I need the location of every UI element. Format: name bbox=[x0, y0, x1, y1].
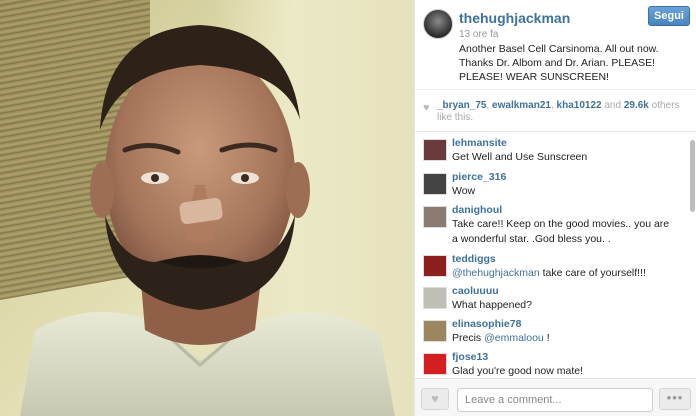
mention-link[interactable]: @thehughjackman bbox=[452, 267, 540, 279]
list-item: caoluuuu What happened? bbox=[415, 284, 685, 313]
mention-link[interactable]: @emmaloou bbox=[484, 332, 544, 344]
avatar[interactable] bbox=[423, 173, 447, 195]
comment-segment: Take care!! Keep on the good movies.. yo… bbox=[452, 218, 670, 245]
avatar[interactable] bbox=[423, 139, 447, 161]
comment-segment: ! bbox=[543, 332, 550, 344]
heart-icon: ♥ bbox=[431, 391, 439, 406]
comment-input[interactable] bbox=[457, 388, 653, 412]
comment-list[interactable]: lehmansite Get Well and Use Sunscreen pier… bbox=[415, 131, 696, 378]
comment-username[interactable]: lehmansite bbox=[452, 136, 671, 150]
list-item: teddiggs @thehughjackman take care of you… bbox=[415, 252, 685, 281]
more-options-button[interactable]: ••• bbox=[659, 388, 691, 410]
avatar[interactable] bbox=[423, 353, 447, 375]
like-user[interactable]: ewalkman21 bbox=[492, 100, 551, 111]
avatar[interactable] bbox=[423, 320, 447, 342]
list-item: elinasophie78 Precis @emmaloou ! bbox=[415, 317, 685, 346]
avatar[interactable] bbox=[423, 287, 447, 309]
comment-segment: Get Well and Use Sunscreen bbox=[452, 151, 588, 163]
post-sidebar: thehughjackman Segui 13 ore fa Another B… bbox=[414, 0, 696, 416]
list-item: danighoul Take care!! Keep on the good mo… bbox=[415, 203, 685, 247]
post-timestamp: 13 ore fa bbox=[459, 29, 499, 40]
comment-footer: ♥ ••• bbox=[415, 378, 696, 416]
heart-icon: ♥ bbox=[423, 102, 430, 114]
comment-text: What happened? bbox=[452, 298, 671, 313]
comment-segment: Precis bbox=[452, 332, 485, 344]
like-count[interactable]: 29.6k bbox=[624, 100, 649, 111]
avatar[interactable] bbox=[423, 206, 447, 228]
list-item: pierce_316 Wow bbox=[415, 170, 685, 199]
comment-username[interactable]: fjose13 bbox=[452, 350, 671, 364]
likes-summary: ♥ _bryan_75, ewalkman21, kha10122 and 29… bbox=[415, 89, 696, 131]
post-caption: Another Basel Cell Carsinoma. All out no… bbox=[459, 43, 659, 83]
like-user[interactable]: kha10122 bbox=[557, 100, 602, 111]
comment-segment: Wow bbox=[452, 185, 476, 197]
comment-username[interactable]: elinasophie78 bbox=[452, 317, 671, 331]
comment-text: Wow bbox=[452, 184, 671, 199]
list-item: lehmansite Get Well and Use Sunscreen bbox=[415, 136, 685, 165]
comment-username[interactable]: pierce_316 bbox=[452, 170, 671, 184]
person-illustration bbox=[20, 25, 395, 416]
post-username[interactable]: thehughjackman bbox=[459, 10, 570, 26]
follow-button[interactable]: Segui bbox=[648, 6, 690, 26]
comment-text: @thehughjackman take care of yourself!!! bbox=[452, 266, 671, 281]
comment-text: Precis @emmaloou ! bbox=[452, 331, 671, 346]
post-header: thehughjackman Segui 13 ore fa Another B… bbox=[415, 0, 696, 89]
like-user[interactable]: _bryan_75 bbox=[437, 100, 486, 111]
comment-segment: take care of yourself!!! bbox=[539, 267, 646, 279]
avatar[interactable] bbox=[423, 9, 453, 39]
comment-text: Get Well and Use Sunscreen bbox=[452, 150, 671, 165]
comment-text: Take care!! Keep on the good movies.. yo… bbox=[452, 217, 671, 247]
post-photo bbox=[0, 0, 414, 416]
likes-text: _bryan_75, ewalkman21, kha10122 and 29.6… bbox=[437, 100, 680, 123]
comment-username[interactable]: teddiggs bbox=[452, 252, 671, 266]
comment-segment: What happened? bbox=[452, 299, 532, 311]
comment-username[interactable]: caoluuuu bbox=[452, 284, 671, 298]
comment-username[interactable]: danighoul bbox=[452, 203, 671, 217]
comment-text: Glad you're good now mate! bbox=[452, 364, 671, 378]
avatar[interactable] bbox=[423, 255, 447, 277]
scrollbar[interactable] bbox=[690, 140, 695, 212]
list-item: fjose13 Glad you're good now mate! bbox=[415, 350, 685, 378]
comment-segment: Glad you're good now mate! bbox=[452, 365, 583, 377]
like-button[interactable]: ♥ bbox=[421, 388, 449, 410]
